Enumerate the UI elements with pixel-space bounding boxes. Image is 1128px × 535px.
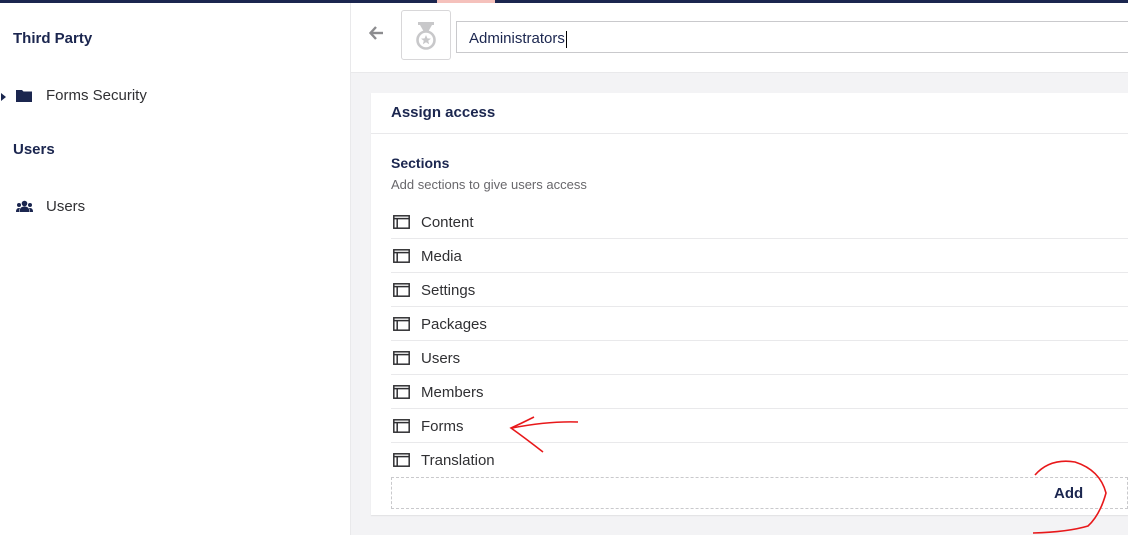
section-icon — [393, 249, 410, 263]
section-item-forms[interactable]: Forms — [391, 409, 1128, 443]
section-item-label: Content — [421, 214, 474, 231]
section-item-users[interactable]: Users — [391, 341, 1128, 375]
section-item-content[interactable]: Content — [391, 205, 1128, 239]
arrow-left-icon — [368, 26, 383, 40]
main-area: Administrators Assign access Sections Ad… — [351, 3, 1128, 535]
section-icon — [393, 419, 410, 433]
divider — [371, 133, 1128, 134]
section-item-members[interactable]: Members — [391, 375, 1128, 409]
sidebar-heading-users: Users — [13, 141, 55, 158]
sidebar-item-label: Forms Security — [46, 87, 147, 104]
section-icon — [393, 283, 410, 297]
sections-title: Sections — [391, 155, 450, 171]
sidebar-item-forms-security[interactable]: Forms Security — [0, 81, 349, 111]
sidebar: Third Party Forms Security Users Users — [0, 3, 351, 535]
section-item-label: Users — [421, 350, 461, 367]
section-item-label: Forms — [421, 418, 464, 435]
editor-header: Administrators — [351, 3, 1128, 73]
section-item-translation[interactable]: Translation — [391, 443, 1128, 477]
sidebar-item-label: Users — [46, 198, 86, 215]
section-icon — [393, 351, 410, 365]
expand-caret-icon[interactable] — [1, 93, 6, 101]
sections-description: Add sections to give users access — [391, 177, 587, 192]
section-item-label: Packages — [421, 316, 487, 333]
section-item-label: Media — [421, 248, 462, 265]
section-icon — [393, 317, 410, 331]
section-icon — [393, 453, 410, 467]
folder-icon — [16, 89, 32, 107]
medal-icon — [416, 22, 436, 50]
add-section-button[interactable]: Add — [391, 477, 1128, 509]
group-name-input[interactable]: Administrators — [456, 21, 1128, 53]
add-label: Add — [1054, 485, 1084, 502]
panel-title: Assign access — [391, 104, 496, 121]
sidebar-heading-third-party: Third Party — [13, 30, 93, 47]
section-item-media[interactable]: Media — [391, 239, 1128, 273]
section-item-label: Members — [421, 384, 484, 401]
section-item-settings[interactable]: Settings — [391, 273, 1128, 307]
section-item-label: Settings — [421, 282, 476, 299]
section-item-packages[interactable]: Packages — [391, 307, 1128, 341]
section-icon — [393, 215, 410, 229]
back-button[interactable] — [368, 26, 389, 46]
users-icon — [16, 200, 33, 218]
section-item-label: Translation — [421, 452, 495, 469]
assign-access-panel: Assign access Sections Add sections to g… — [371, 93, 1128, 515]
sidebar-item-users[interactable]: Users — [0, 192, 349, 222]
group-icon-picker[interactable] — [401, 10, 451, 60]
section-icon — [393, 385, 410, 399]
group-name-value: Administrators — [469, 30, 565, 47]
